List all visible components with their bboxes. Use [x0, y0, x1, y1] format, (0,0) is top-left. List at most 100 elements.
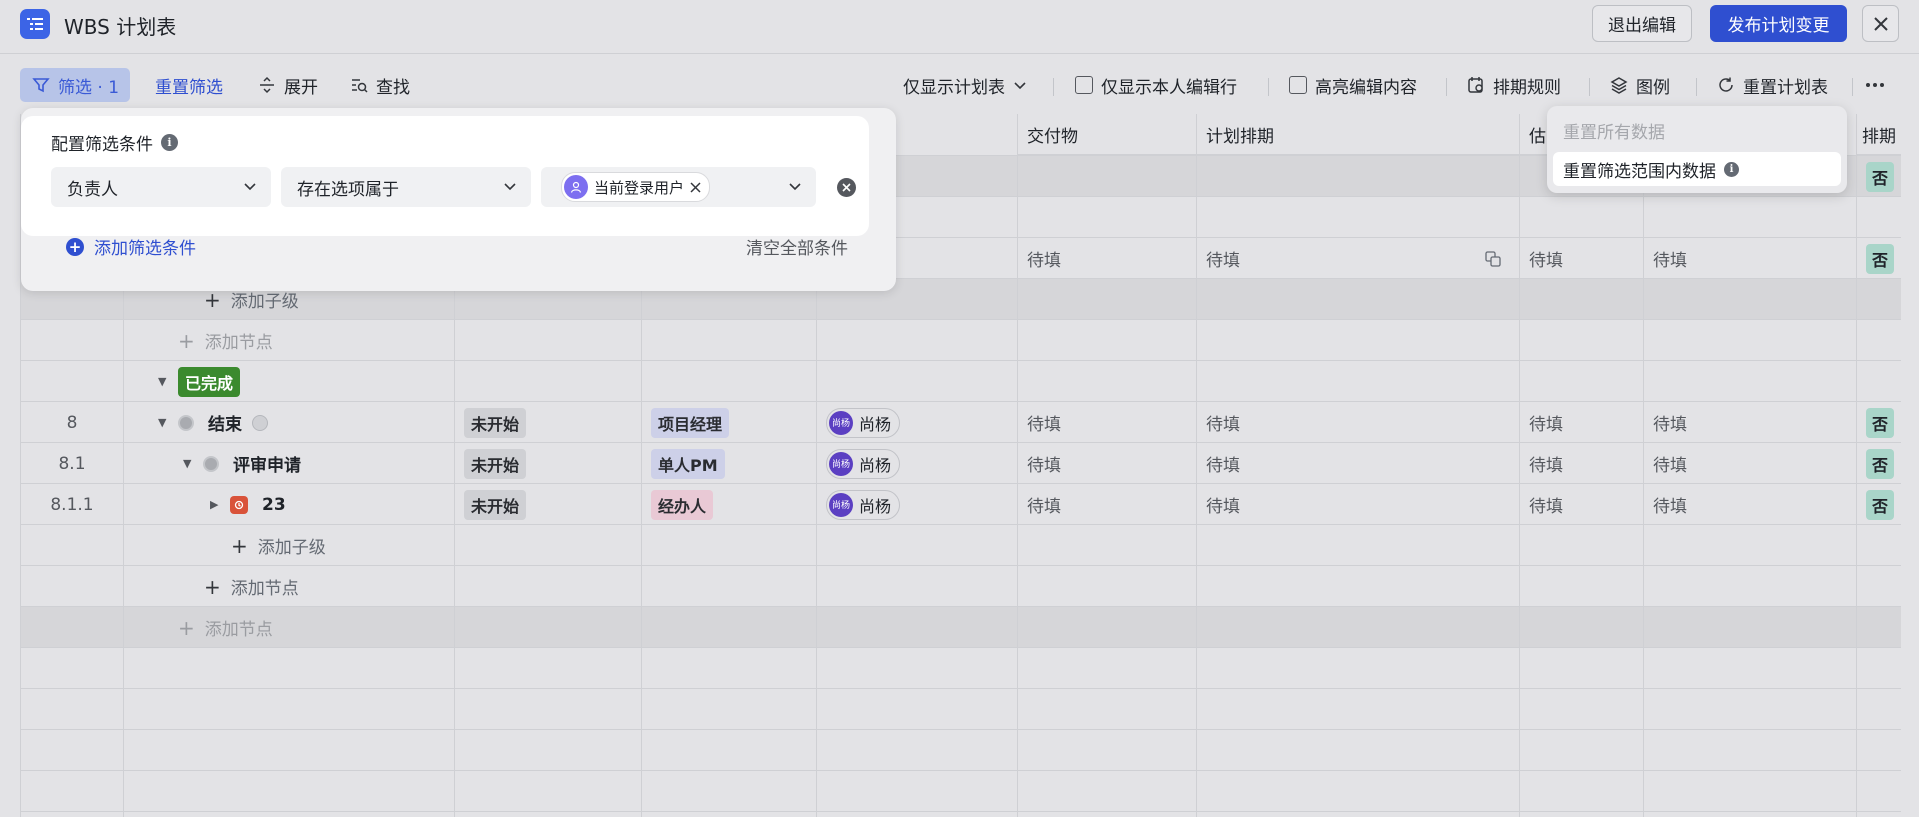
caret-down-icon[interactable]: ▼ — [158, 416, 172, 429]
table-row: 8.1.1 ▶ 23 未开始 经办人 尚杨 尚杨 待填 待填 待填 待填 否 — [21, 484, 1901, 525]
deliverable-cell[interactable]: 待填 — [1027, 443, 1061, 484]
refresh-icon — [1719, 77, 1733, 92]
expand-label: 展开 — [284, 77, 318, 98]
task-name[interactable]: 结束 — [208, 410, 242, 435]
plus-circle-icon: + — [66, 237, 84, 256]
highlight-label: 高亮编辑内容 — [1315, 77, 1417, 98]
no-tag: 否 — [1866, 448, 1895, 479]
column-header-deliverable[interactable]: 交付物 — [1017, 114, 1196, 155]
task-name[interactable]: 23 — [262, 495, 286, 515]
deliverable-cell[interactable]: 待填 — [1027, 402, 1061, 443]
expand-button[interactable]: 展开 — [258, 68, 318, 102]
remove-condition-icon[interactable] — [837, 178, 856, 197]
schedule-rules-button[interactable]: 排期规则 — [1467, 68, 1561, 102]
assignee-chip[interactable]: 尚杨 尚杨 — [826, 407, 901, 438]
estimate-extra-cell[interactable]: 待填 — [1653, 443, 1687, 484]
assignee-chip[interactable]: 尚杨 尚杨 — [826, 448, 901, 479]
caret-down-icon[interactable]: ▼ — [158, 375, 172, 388]
clear-all-button[interactable]: 清空全部条件 — [746, 234, 848, 259]
caret-right-icon[interactable]: ▶ — [210, 498, 224, 511]
add-condition-button[interactable]: + 添加筛选条件 — [66, 234, 196, 259]
filter-condition-card: 配置筛选条件 i 负责人 存在选项属于 当前登录用户 — [21, 116, 869, 236]
filter-operator-value: 存在选项属于 — [297, 179, 399, 200]
estimate-extra-cell[interactable]: 待填 — [1653, 484, 1687, 525]
reset-filter-button[interactable]: 重置筛选 — [155, 68, 223, 102]
exit-edit-button[interactable]: 退出编辑 — [1592, 5, 1692, 42]
status-tag[interactable]: 未开始 — [464, 489, 527, 520]
only-plan-label: 仅显示计划表 — [903, 77, 1005, 98]
filter-title: 配置筛选条件 i — [51, 130, 178, 155]
schedule-cell[interactable]: 待填 — [1206, 402, 1240, 443]
reset-filtered-item[interactable]: 重置筛选范围内数据 i — [1553, 152, 1841, 186]
find-icon — [352, 79, 368, 93]
page-title: WBS 计划表 — [64, 15, 177, 39]
plus-icon: + — [204, 574, 221, 599]
filter-value-select[interactable]: 当前登录用户 — [541, 167, 816, 207]
role-tag[interactable]: 项目经理 — [651, 407, 730, 438]
chevron-down-icon — [504, 183, 516, 191]
assignee-chip[interactable]: 尚杨 尚杨 — [826, 489, 901, 520]
toolbar-divider — [1053, 78, 1054, 96]
estimate-cell[interactable]: 待填 — [1529, 484, 1563, 525]
estimate-extra-cell[interactable]: 待填 — [1653, 238, 1687, 279]
role-tag[interactable]: 经办人 — [651, 489, 714, 520]
highlight-toggle[interactable]: 高亮编辑内容 — [1289, 68, 1417, 102]
current-user-label: 当前登录用户 — [594, 178, 685, 197]
status-tag[interactable]: 未开始 — [464, 407, 527, 438]
add-child-row[interactable]: + 添加子级 — [231, 525, 326, 566]
estimate-cell[interactable]: 待填 — [1529, 443, 1563, 484]
filter-button[interactable]: 筛选 · 1 — [20, 68, 130, 102]
only-self-checkbox[interactable] — [1075, 76, 1093, 94]
caret-down-icon[interactable]: ▼ — [183, 457, 197, 470]
filter-operator-select[interactable]: 存在选项属于 — [281, 167, 531, 207]
no-tag: 否 — [1866, 489, 1895, 520]
close-icon[interactable] — [690, 181, 701, 193]
column-header-plan-schedule[interactable]: 计划排期 — [1196, 114, 1519, 155]
add-node-row[interactable]: + 添加节点 — [178, 607, 273, 648]
column-header-scheduled[interactable]: 排期 — [1856, 114, 1901, 155]
reset-plan-label: 重置计划表 — [1743, 77, 1828, 98]
table-row: + 添加节点 — [21, 566, 1901, 607]
no-tag: 否 — [1866, 161, 1895, 192]
more-icon[interactable] — [1865, 68, 1885, 102]
row-number: 8 — [66, 412, 78, 433]
schedule-cell[interactable]: 待填 — [1206, 484, 1240, 525]
reset-plan-button[interactable]: 重置计划表 — [1717, 68, 1828, 102]
estimate-cell[interactable]: 待填 — [1529, 238, 1563, 279]
avatar: 尚杨 — [829, 451, 853, 476]
filter-field-select[interactable]: 负责人 — [51, 167, 271, 207]
role-tag[interactable]: 单人PM — [651, 448, 725, 479]
schedule-cell[interactable]: 待填 — [1206, 238, 1240, 279]
expand-icon — [260, 76, 274, 94]
filter-icon — [32, 78, 50, 93]
toolbar: 筛选 · 1 重置筛选 展开 查找 仅显示计划表 仅显示本人编辑行 高亮编辑内容… — [0, 54, 1919, 114]
close-icon[interactable] — [1862, 5, 1899, 42]
schedule-cell[interactable]: 待填 — [1206, 443, 1240, 484]
title-bar: WBS 计划表 退出编辑 发布计划变更 — [0, 0, 1919, 54]
info-icon[interactable]: i — [161, 134, 178, 151]
assignee-name: 尚杨 — [859, 455, 892, 475]
task-name[interactable]: 评审申请 — [233, 451, 301, 476]
copy-icon[interactable] — [1485, 238, 1501, 279]
only-self-toggle[interactable]: 仅显示本人编辑行 — [1075, 68, 1237, 102]
reset-all-item: 重置所有数据 — [1563, 123, 1665, 143]
publish-changes-button[interactable]: 发布计划变更 — [1710, 5, 1847, 42]
plus-icon: + — [178, 615, 195, 640]
user-icon — [564, 175, 588, 199]
deliverable-cell[interactable]: 待填 — [1027, 484, 1061, 525]
legend-button[interactable]: 图例 — [1610, 68, 1670, 102]
current-user-chip[interactable]: 当前登录用户 — [561, 172, 711, 202]
add-node-row[interactable]: + 添加节点 — [204, 566, 299, 607]
estimate-extra-cell[interactable]: 待填 — [1653, 402, 1687, 443]
table-row — [21, 648, 1901, 689]
find-button[interactable]: 查找 — [350, 68, 410, 102]
add-node-row[interactable]: + 添加节点 — [178, 320, 273, 361]
toolbar-divider — [1589, 78, 1590, 96]
only-plan-dropdown[interactable]: 仅显示计划表 — [903, 68, 1027, 102]
deliverable-cell[interactable]: 待填 — [1027, 238, 1061, 279]
highlight-checkbox[interactable] — [1289, 76, 1307, 94]
table-row: 8 ▼ 结束 未开始 项目经理 尚杨 尚杨 待填 待填 待填 待填 否 — [21, 402, 1901, 443]
status-tag[interactable]: 未开始 — [464, 448, 527, 479]
info-icon[interactable]: i — [1724, 161, 1739, 177]
estimate-cell[interactable]: 待填 — [1529, 402, 1563, 443]
